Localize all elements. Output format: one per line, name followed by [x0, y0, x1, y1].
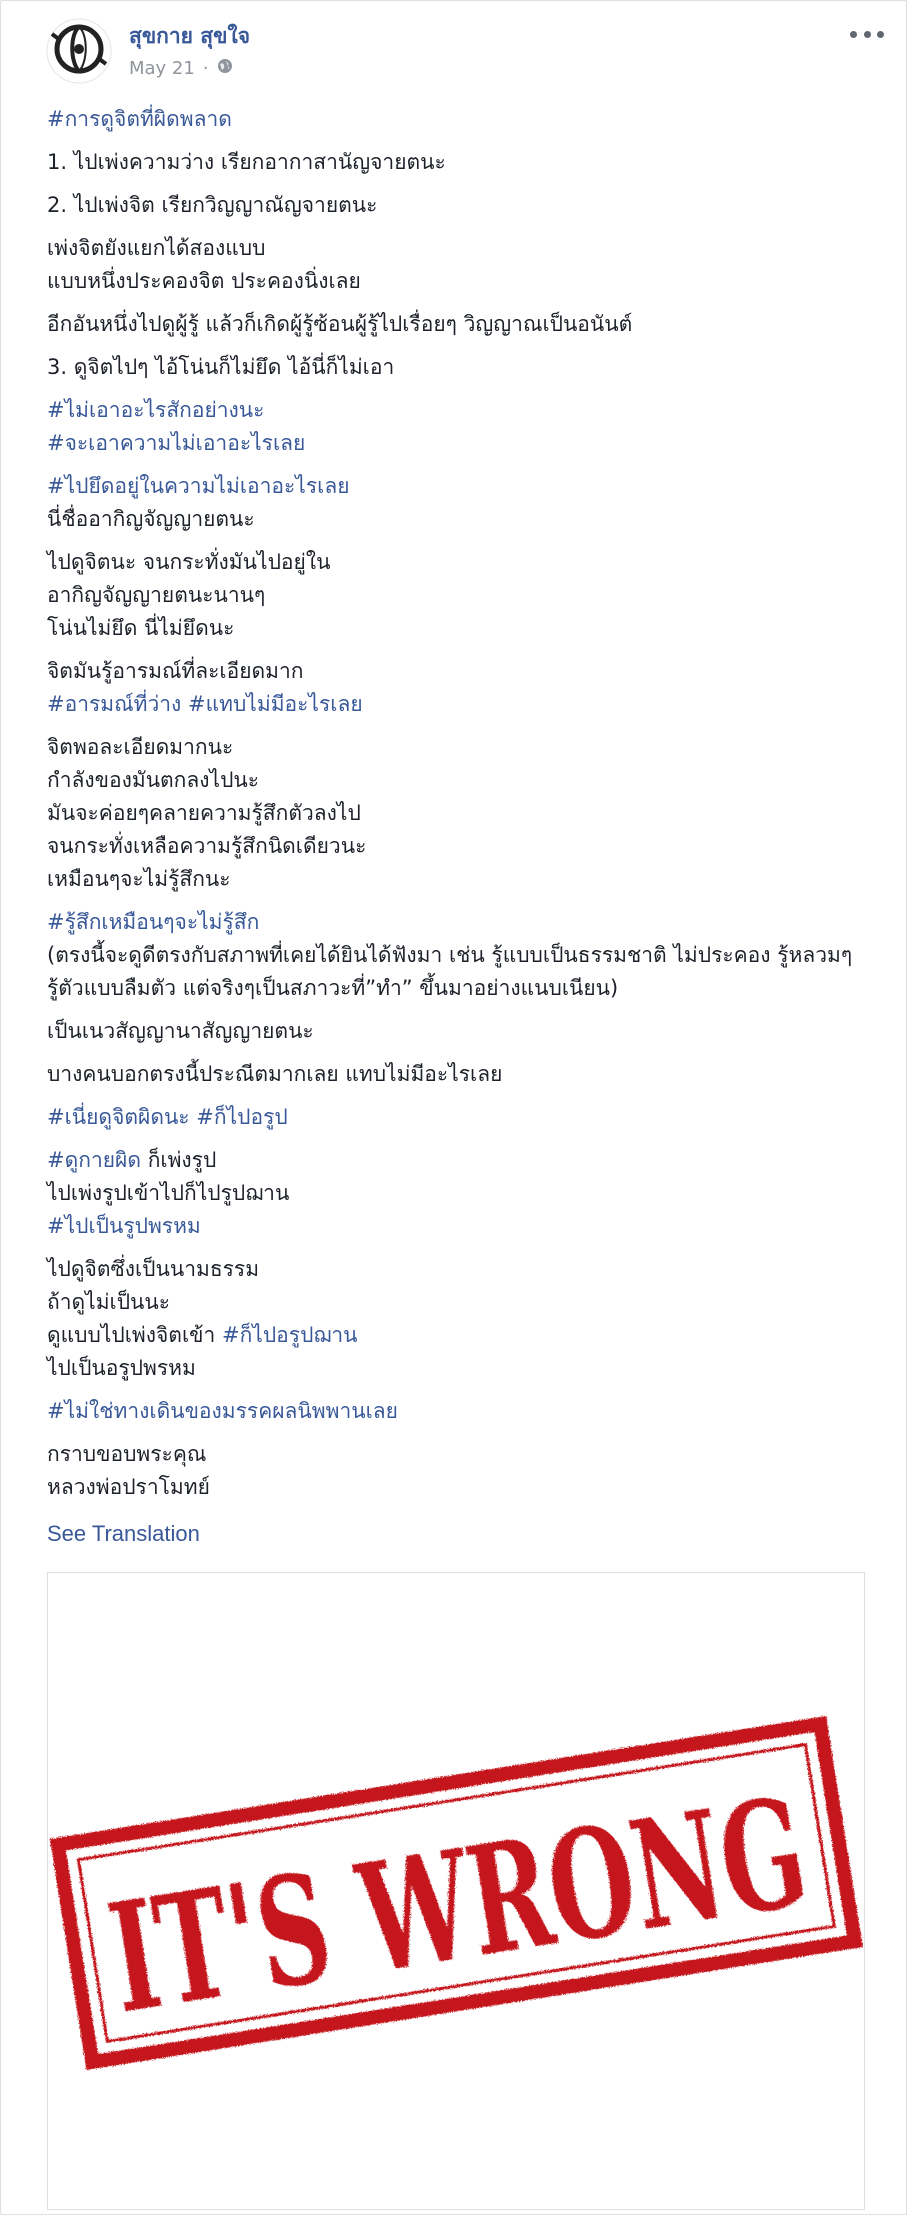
hashtag-link[interactable]: #ก็ไปอรูป	[196, 1105, 287, 1129]
post-text-line: ไปเพ่งรูปเข้าไปก็ไปรูปฌาน	[47, 1181, 290, 1205]
page-avatar[interactable]	[46, 18, 112, 84]
post-text-line: มันจะค่อยๆคลายความรู้สึกตัวลงไป	[47, 801, 361, 825]
post-text-line: #อารมณ์ที่ว่าง #แทบไม่มีอะไรเลย	[47, 688, 867, 721]
hashtag-link[interactable]: #แทบไม่มีอะไรเลย	[188, 692, 363, 716]
post-header: สุขกาย สุขใจ May 21 ·	[46, 18, 886, 88]
post-text-line: #เนี่ยดูจิตผิดนะ #ก็ไปอรูป	[47, 1101, 867, 1134]
post-text-line: เหมือนๆจะไม่รู้สึกนะ	[47, 867, 231, 891]
post-text-line: โน่นไม่ยึด นี่ไม่ยึดนะ	[47, 616, 235, 640]
post-text-line: จนกระทั่งเหลือความรู้สึกนิดเดียวนะ	[47, 834, 367, 858]
post-text-line: เพ่งจิตยังแยกได้สองแบบ	[47, 236, 266, 260]
hashtag-link[interactable]: #จะเอาความไม่เอาอะไรเลย	[47, 427, 867, 460]
its-wrong-stamp-image: IT'S WRONG	[49, 1715, 863, 2071]
post-text-line: (ตรงนี้จะดูดีตรงกับสภาพที่เคยได้ยินได้ฟั…	[47, 943, 853, 1000]
post-text-line: เป็นเนวสัญญานาสัญญายตนะ	[47, 1019, 314, 1043]
post-text-line: ไปเป็นอรูปพรหม	[47, 1356, 196, 1380]
globe-icon[interactable]	[217, 58, 233, 79]
post-date[interactable]: May 21	[129, 58, 195, 79]
post-text-line: #ดูกายผิด ก็เพ่งรูป	[47, 1144, 867, 1177]
hashtag-link[interactable]: #อารมณ์ที่ว่าง	[47, 692, 181, 716]
page-name-link[interactable]: สุขกาย สุขใจ	[129, 20, 250, 53]
hashtag-link[interactable]: #ไม่เอาอะไรสักอย่างนะ	[47, 394, 867, 427]
post-text-line: หลวงพ่อปราโมทย์	[47, 1475, 210, 1499]
attached-image[interactable]: IT'S WRONG	[47, 1572, 865, 2210]
post-text-line: ไปดูจิตนะ จนกระทั่งมันไปอยู่ใน	[47, 550, 331, 574]
post-text-line: บางคนบอกตรงนี้ประณีตมากเลย แทบไม่มีอะไรเ…	[47, 1062, 503, 1086]
post-text-fragment: ดูแบบไปเพ่งจิตเข้า	[47, 1323, 216, 1347]
avatar-logo-icon	[46, 18, 112, 84]
hashtag-link[interactable]: #ไปยึดอยู่ในความไม่เอาอะไรเลย	[47, 470, 867, 503]
hashtag-link[interactable]: #ดูกายผิด	[47, 1148, 141, 1172]
post-text-line: 1. ไปเพ่งความว่าง เรียกอากาสานัญจายตนะ	[47, 150, 446, 174]
more-options-icon[interactable]	[850, 24, 884, 44]
post-text-line: กำลังของมันตกลงไปนะ	[47, 768, 260, 792]
post-body: #การดูจิตที่ผิดพลาด 1. ไปเพ่งความว่าง เร…	[47, 103, 867, 1514]
post-text-line: อีกอันหนึ่งไปดูผู้รู้ แล้วก็เกิดผู้รู้ซ้…	[47, 312, 633, 336]
post-text-line: 2. ไปเพ่งจิต เรียกวิญญาณัญจายตนะ	[47, 193, 378, 217]
post-meta: May 21 ·	[129, 58, 233, 79]
hashtag-link[interactable]: #ไม่ใช่ทางเดินของมรรคผลนิพพานเลย	[47, 1395, 867, 1428]
post-text-line: ดูแบบไปเพ่งจิตเข้า #ก็ไปอรูปฌาน	[47, 1319, 867, 1352]
see-translation-link[interactable]: See Translation	[47, 1521, 200, 1547]
post-text-line: ไปดูจิตซึ่งเป็นนามธรรม	[47, 1257, 260, 1281]
post-text-line: จิตพอละเอียดมากนะ	[47, 735, 234, 759]
post-text-line: ถ้าดูไม่เป็นนะ	[47, 1290, 171, 1314]
hashtag-link[interactable]: #การดูจิตที่ผิดพลาด	[47, 103, 867, 136]
hashtag-link[interactable]: #ก็ไปอรูปฌาน	[222, 1323, 358, 1347]
post-text-line: นี่ชื่ออากิญจัญญายตนะ	[47, 507, 255, 531]
hashtag-link[interactable]: #ไปเป็นรูปพรหม	[47, 1210, 867, 1243]
post-text-line: 3. ดูจิตไปๆ ไอ้โน่นก็ไม่ยึด ไอ้นี่ก็ไม่เ…	[47, 355, 395, 379]
post-text-line: จิตมันรู้อารมณ์ที่ละเอียดมาก	[47, 659, 304, 683]
post-card: สุขกาย สุขใจ May 21 · #การดูจิตที่ผิดพลา…	[0, 0, 907, 2215]
hashtag-link[interactable]: #เนี่ยดูจิตผิดนะ	[47, 1105, 190, 1129]
post-text-line: อากิญจัญญายตนะนานๆ	[47, 583, 266, 607]
post-text-fragment: ก็เพ่งรูป	[147, 1148, 217, 1172]
post-text-line: แบบหนึ่งประคองจิต ประคองนิ่งเลย	[47, 269, 361, 293]
hashtag-link[interactable]: #รู้สึกเหมือนๆจะไม่รู้สึก	[47, 906, 867, 939]
post-text-line: กราบขอบพระคุณ	[47, 1442, 207, 1466]
meta-separator: ·	[202, 58, 209, 79]
